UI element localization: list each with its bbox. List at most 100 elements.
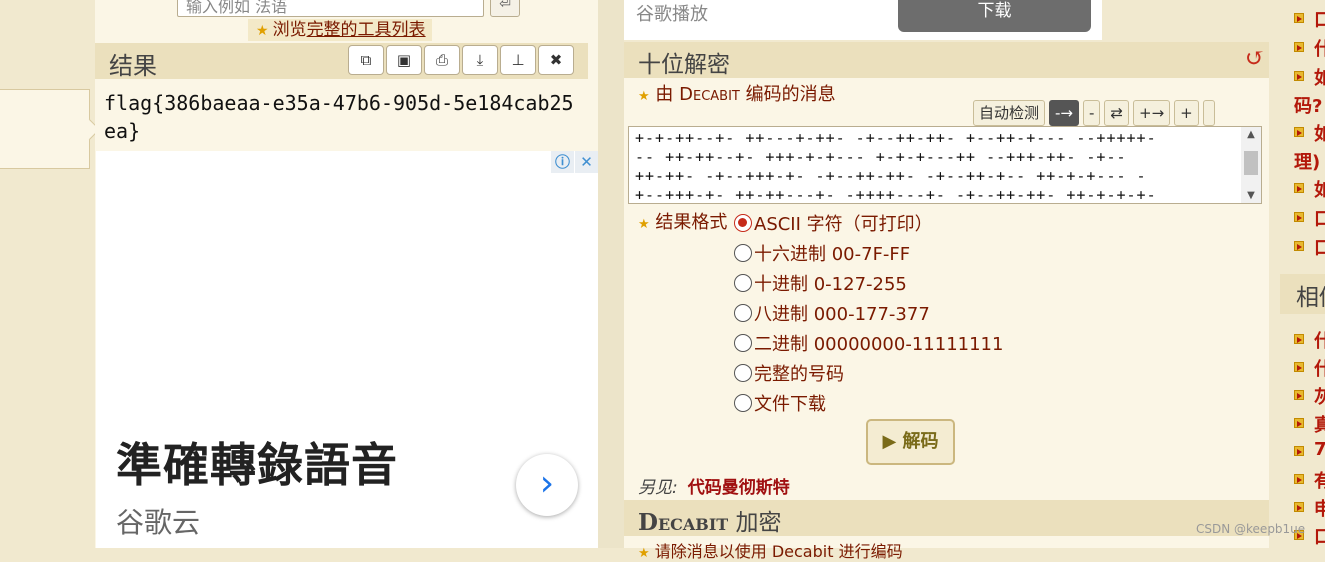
sidebar-item[interactable]: 如 bbox=[1314, 176, 1325, 202]
radio-icon[interactable] bbox=[734, 334, 752, 352]
bullet-icon bbox=[1294, 71, 1304, 81]
decode-button[interactable]: ▶ 解码 bbox=[866, 419, 955, 465]
download-icon[interactable]: ⤓ bbox=[462, 45, 498, 75]
ad-info-icon[interactable]: ⓘ bbox=[551, 151, 574, 173]
sidebar-item[interactable]: 真 bbox=[1314, 411, 1325, 437]
encode-section-header: Decabit 加密 bbox=[624, 500, 1269, 536]
sidebar-item[interactable]: 口 bbox=[1314, 205, 1325, 231]
see-also-link[interactable]: 代码曼彻斯特 bbox=[688, 478, 790, 498]
sidebar-item[interactable]: 口 bbox=[1314, 234, 1325, 260]
message-label-prefix: 由 bbox=[655, 84, 674, 105]
decode-section-header: 十位解密 ↺ bbox=[624, 42, 1269, 78]
format-option-file[interactable]: 文件下载 bbox=[734, 388, 1003, 418]
download-button[interactable]: 下载 bbox=[898, 0, 1091, 32]
encode-first-line-text: 请除消息以使用 Decabit 进行编码 bbox=[654, 542, 903, 561]
sidebar-item[interactable]: 如 bbox=[1314, 120, 1325, 146]
encode-section-suffix: 加密 bbox=[735, 510, 782, 536]
bullet-icon bbox=[1294, 446, 1304, 456]
sidebar-item[interactable]: 申 bbox=[1314, 495, 1325, 521]
sidebar-item[interactable]: 如 bbox=[1314, 64, 1325, 90]
save-icon[interactable]: ▣ bbox=[386, 45, 422, 75]
extra-toggle[interactable] bbox=[1202, 100, 1215, 126]
tooltip-box bbox=[0, 89, 90, 169]
scroll-up-icon[interactable]: ▲ bbox=[1241, 129, 1261, 140]
bullet-icon bbox=[1294, 241, 1304, 251]
watermark: CSDN @keepb1ue bbox=[1196, 522, 1306, 536]
format-option-hex[interactable]: 十六进制 00-7F-FF bbox=[734, 238, 1003, 268]
encode-first-line: ★ 请除消息以使用 Decabit 进行编码 bbox=[638, 538, 903, 562]
main-panel: 十位解密 ↺ ★ 由 Decabit 编码的消息 自动检测 -→ - ⇄ +→ … bbox=[624, 42, 1269, 561]
sidebar-heading: 相似 bbox=[1280, 274, 1325, 314]
result-text: flag{386baeaa-e35a-47b6-905d-5e184cab25e… bbox=[104, 91, 574, 143]
message-label-suffix: 编码的消息 bbox=[745, 84, 836, 105]
scroll-down-icon[interactable]: ▼ bbox=[1241, 190, 1261, 201]
sidebar-item[interactable]: 口 bbox=[1314, 6, 1325, 32]
radio-icon[interactable] bbox=[734, 274, 752, 292]
sidebar-item[interactable]: 7 bbox=[1314, 439, 1325, 460]
result-header: 结果 ⧉ ▣ ⎙ ⤓ ⊥ ✖ bbox=[95, 43, 588, 80]
bullet-icon bbox=[1294, 13, 1304, 23]
scroll-thumb[interactable] bbox=[1244, 151, 1258, 175]
bullet-icon bbox=[1294, 334, 1304, 344]
sidebar-item[interactable]: 灰 bbox=[1314, 383, 1325, 409]
star-icon: ★ bbox=[638, 89, 650, 104]
bullet-icon bbox=[1294, 183, 1304, 193]
format-option-number[interactable]: 完整的号码 bbox=[734, 358, 1003, 388]
encoded-message-text[interactable]: +-+-++--+- ++---+-++- -+--++-++- +--++-+… bbox=[629, 127, 1261, 203]
see-also-label: 另见: bbox=[638, 478, 678, 498]
copy-icon[interactable]: ⧉ bbox=[348, 45, 384, 75]
format-option-binary[interactable]: 二进制 00000000-11111111 bbox=[734, 328, 1003, 358]
radio-icon[interactable] bbox=[734, 394, 752, 412]
bullet-icon bbox=[1294, 42, 1304, 52]
ad-panel[interactable]: ⓘ ✕ 準確轉錄語音 谷歌云 › bbox=[96, 151, 598, 548]
plus-arrow-button[interactable]: +→ bbox=[1133, 100, 1171, 126]
right-sidebar: 口 什 如 码? 如 理) 如 口 口 相似 什 什 灰 真 7 有 申 口 bbox=[1270, 0, 1325, 548]
radio-icon[interactable] bbox=[734, 364, 752, 382]
format-option-octal[interactable]: 八进制 000-177-377 bbox=[734, 298, 1003, 328]
minus-button[interactable]: - bbox=[1083, 100, 1101, 126]
bullet-icon bbox=[1294, 390, 1304, 400]
tool-link-prefix: 浏览 bbox=[272, 20, 307, 40]
sidebar-item[interactable]: 口 bbox=[1314, 523, 1325, 549]
bullet-icon bbox=[1294, 212, 1304, 222]
ad-close-icon[interactable]: ✕ bbox=[575, 151, 598, 173]
print-icon[interactable]: ⎙ bbox=[424, 45, 460, 75]
return-icon[interactable]: ⏎ bbox=[490, 0, 520, 17]
radio-icon[interactable] bbox=[734, 304, 752, 322]
ad-arrow-icon[interactable]: › bbox=[516, 454, 578, 516]
bullet-icon bbox=[1294, 502, 1304, 512]
radio-icon[interactable] bbox=[734, 214, 752, 232]
autodetect-button[interactable]: 自动检测 bbox=[973, 100, 1046, 126]
star-icon: ★ bbox=[638, 546, 650, 561]
video-bar: 谷歌播放 下载 bbox=[624, 0, 1102, 40]
sidebar-item[interactable]: 什 bbox=[1314, 35, 1325, 61]
sidebar-item[interactable]: 有 bbox=[1314, 467, 1325, 493]
tool-list-link[interactable]: ★ 浏览完整的工具列表 bbox=[248, 19, 432, 41]
format-option-decimal[interactable]: 十进制 0-127-255 bbox=[734, 268, 1003, 298]
refresh-icon[interactable]: ↺ bbox=[1245, 44, 1265, 72]
tool-link-text[interactable]: 完整的工具列表 bbox=[307, 20, 426, 40]
arrow-right-button[interactable]: -→ bbox=[1049, 100, 1079, 126]
format-options: ASCII 字符（可打印） 十六进制 00-7F-FF 十进制 0-127-25… bbox=[734, 208, 1003, 418]
swap-icon[interactable]: ⇄ bbox=[1104, 100, 1129, 126]
sidebar-item[interactable]: 理) bbox=[1294, 148, 1320, 174]
encoded-message-input[interactable]: +-+-++--+- ++---+-++- -+--++-++- +--++-+… bbox=[628, 126, 1262, 204]
close-icon[interactable]: ✖ bbox=[538, 45, 574, 75]
radio-icon[interactable] bbox=[734, 244, 752, 262]
textarea-scrollbar[interactable]: ▲ ▼ bbox=[1241, 127, 1261, 203]
star-icon: ★ bbox=[638, 217, 650, 232]
sidebar-item[interactable]: 什 bbox=[1314, 327, 1325, 353]
column-divider bbox=[598, 0, 624, 548]
bullet-icon bbox=[1294, 418, 1304, 428]
ad-title[interactable]: 準確轉錄語音 bbox=[116, 429, 398, 495]
message-label-brand: Decabit bbox=[679, 84, 740, 105]
ad-subtitle: 谷歌云 bbox=[116, 506, 201, 539]
plus-button[interactable]: + bbox=[1174, 100, 1199, 126]
star-icon: ★ bbox=[256, 23, 269, 39]
format-option-ascii[interactable]: ASCII 字符（可打印） bbox=[734, 208, 1003, 238]
language-input[interactable]: 输入例如 法语 bbox=[177, 0, 484, 17]
sidebar-item[interactable]: 码? bbox=[1294, 92, 1322, 118]
pin-icon[interactable]: ⊥ bbox=[500, 45, 536, 75]
sidebar-item[interactable]: 什 bbox=[1314, 355, 1325, 381]
message-label: ★ 由 Decabit 编码的消息 bbox=[638, 80, 836, 106]
